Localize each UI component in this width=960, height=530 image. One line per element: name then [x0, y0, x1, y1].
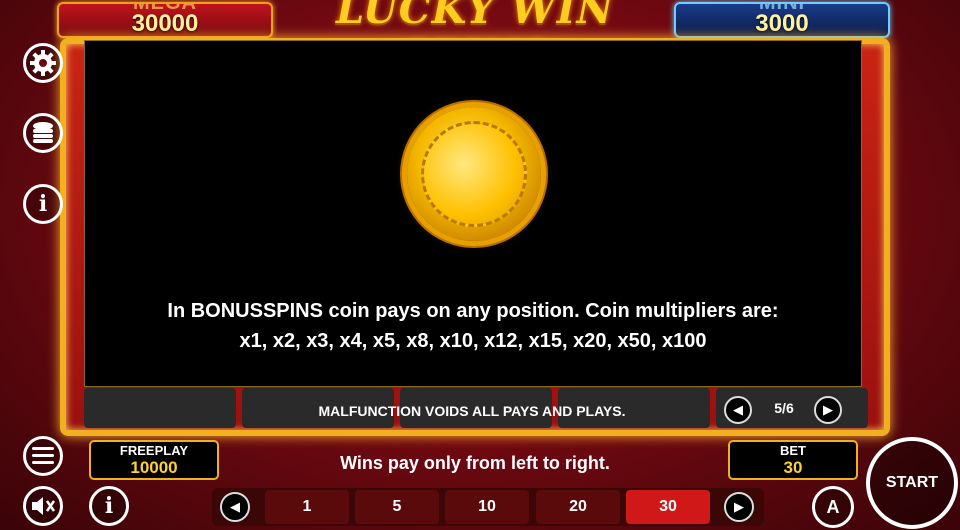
autoplay-button[interactable]: A: [812, 486, 854, 528]
bet-label: BET: [780, 443, 806, 458]
chevron-right-icon: ▶: [734, 499, 744, 514]
mega-jackpot: MEGA 30000: [57, 2, 273, 38]
info-icon: i: [38, 191, 48, 217]
chevron-right-icon: ▶: [823, 402, 833, 417]
paytable-info-button[interactable]: i: [89, 486, 129, 526]
mute-button[interactable]: [23, 486, 63, 526]
freeplay-label: FREEPLAY: [119, 443, 189, 458]
menu-icon: [32, 447, 54, 464]
coin-icon: [407, 107, 541, 241]
autoplay-icon: A: [826, 496, 840, 517]
mute-icon: [32, 497, 56, 515]
bet-option[interactable]: 1: [265, 490, 349, 524]
menu-button[interactable]: [23, 436, 63, 476]
settings-button[interactable]: [23, 43, 63, 83]
prev-page-button[interactable]: ◀: [724, 396, 752, 424]
mega-jackpot-value: 30000: [131, 10, 199, 37]
bet-option[interactable]: 20: [536, 490, 620, 524]
bet-option[interactable]: 5: [355, 490, 439, 524]
bet-box: BET 30: [728, 440, 858, 480]
coins-icon: [33, 122, 53, 143]
mini-jackpot-value: 3000: [755, 10, 809, 37]
wins-message: Wins pay only from left to right.: [340, 453, 610, 473]
info-icon: i: [104, 493, 114, 519]
bet-next-button[interactable]: ▶: [724, 492, 754, 522]
start-label: START: [885, 474, 939, 491]
bet-value: 30: [783, 458, 803, 477]
coins-button[interactable]: [23, 113, 63, 153]
page-indicator: 5/6: [774, 400, 794, 416]
freeplay-value: 10000: [130, 458, 178, 477]
paytable-text-line1: In BONUSSPINS coin pays on any position.…: [167, 300, 779, 322]
next-page-button[interactable]: ▶: [814, 396, 842, 424]
chevron-left-icon: ◀: [733, 402, 743, 417]
malfunction-notice: MALFUNCTION VOIDS ALL PAYS AND PLAYS.: [318, 403, 626, 419]
bet-option[interactable]: 10: [445, 490, 529, 524]
info-button[interactable]: i: [23, 184, 63, 224]
freeplay-box: FREEPLAY 10000: [89, 440, 219, 480]
chevron-left-icon: ◀: [230, 499, 240, 514]
start-button[interactable]: START: [866, 437, 958, 529]
mini-jackpot: MINI 3000: [674, 2, 890, 38]
bet-prev-button[interactable]: ◀: [220, 492, 250, 522]
paytable-text-line2: x1, x2, x3, x4, x5, x8, x10, x12, x15, x…: [239, 330, 707, 352]
gear-icon: [30, 50, 56, 76]
bet-option-selected[interactable]: 30: [626, 490, 710, 524]
reel-1: [84, 388, 236, 428]
